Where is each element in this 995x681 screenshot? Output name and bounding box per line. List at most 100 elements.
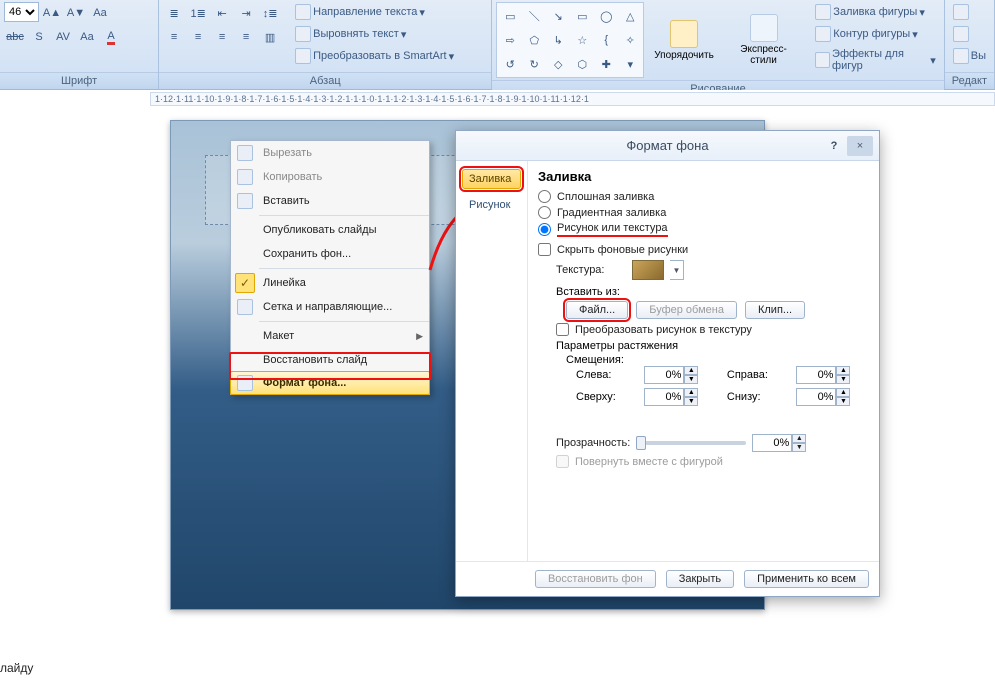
menu-publish[interactable]: Опубликовать слайды [231, 218, 429, 242]
change-case-icon[interactable]: Aa [76, 26, 98, 48]
slider-thumb[interactable] [636, 436, 646, 450]
indent-inc-icon[interactable]: ⇥ [235, 2, 257, 24]
shape-connector-icon[interactable]: ↳ [547, 29, 569, 51]
paste-icon [237, 193, 253, 209]
justify-icon[interactable]: ≡ [235, 26, 257, 48]
strike-icon[interactable]: abc [4, 26, 26, 48]
dialog-titlebar[interactable]: Формат фона ? × [456, 131, 879, 161]
select-button[interactable]: Вы [949, 46, 990, 66]
menu-reset-slide[interactable]: Восстановить слайд [231, 348, 429, 372]
text-direction-button[interactable]: Направление текста▾ [291, 2, 458, 22]
close-dialog-button[interactable]: Закрыть [666, 570, 734, 588]
shape-line-icon[interactable]: ＼ [523, 5, 545, 27]
offset-bottom-spin[interactable]: ▲▼ [796, 388, 869, 406]
menu-format-background[interactable]: Формат фона... [230, 371, 430, 395]
shape-outline-button[interactable]: Контур фигуры▾ [811, 24, 939, 44]
menu-layout[interactable]: Макет▶ [231, 324, 429, 348]
dialog-nav: Заливка Рисунок [456, 161, 528, 561]
radio-picture-texture[interactable]: Рисунок или текстура [538, 222, 869, 237]
texture-dropdown[interactable]: ▼ [670, 260, 684, 280]
apply-all-button[interactable]: Применить ко всем [744, 570, 869, 588]
shape-oval-icon[interactable]: ◯ [595, 5, 617, 27]
shape-poly-icon[interactable]: ⬠ [523, 29, 545, 51]
char-spacing-icon[interactable]: AV [52, 26, 74, 48]
numbering-icon[interactable]: 1≣ [187, 2, 209, 24]
ribbon: 46 A▲ A▼ Aa abc S AV Aa A Шрифт ≣ [0, 0, 995, 90]
shape-effects-button[interactable]: Эффекты для фигур▾ [811, 46, 939, 74]
columns-icon[interactable]: ▥ [259, 26, 281, 48]
quick-styles-icon [750, 14, 778, 42]
shape-brace-icon[interactable]: { [595, 29, 617, 51]
align-right-icon[interactable]: ≡ [211, 26, 233, 48]
shape-more3-icon[interactable]: ◇ [547, 53, 569, 75]
shape-gallery-more-icon[interactable]: ▾ [619, 53, 641, 75]
bullets-icon[interactable]: ≣ [163, 2, 185, 24]
binoculars-icon [953, 4, 969, 20]
replace-button[interactable] [949, 24, 990, 44]
shadow-icon[interactable]: S [28, 26, 50, 48]
align-left-icon[interactable]: ≡ [163, 26, 185, 48]
line-spacing-icon[interactable]: ↕≣ [259, 2, 281, 24]
context-menu: Вырезать Копировать Вставить Опубликоват… [230, 140, 430, 395]
shape-fill-button[interactable]: Заливка фигуры▾ [811, 2, 939, 22]
texture-swatch[interactable] [632, 260, 664, 280]
shape-more1-icon[interactable]: ↺ [499, 53, 521, 75]
format-background-dialog: Формат фона ? × Заливка Рисунок Заливка … [455, 130, 880, 597]
smartart-button[interactable]: Преобразовать в SmartArt▾ [291, 46, 458, 66]
shape-more2-icon[interactable]: ↻ [523, 53, 545, 75]
font-size-select[interactable]: 46 [4, 2, 39, 22]
menu-grid[interactable]: Сетка и направляющие... [231, 295, 429, 319]
radio-gradient[interactable]: Градиентная заливка [538, 206, 869, 219]
shape-rect2-icon[interactable]: ▭ [571, 5, 593, 27]
offset-top-spin[interactable]: ▲▼ [644, 388, 717, 406]
horizontal-ruler[interactable]: 1·12·1·11·1·10·1·9·1·8·1·7·1·6·1·5·1·4·1… [150, 92, 995, 106]
shape-rect-icon[interactable]: ▭ [499, 5, 521, 27]
nav-tab-fill[interactable]: Заливка [462, 169, 521, 189]
replace-icon [953, 26, 969, 42]
shape-tri-icon[interactable]: △ [619, 5, 641, 27]
nav-tab-picture[interactable]: Рисунок [462, 195, 521, 215]
copy-icon [237, 169, 253, 185]
increase-font-icon[interactable]: A▲ [41, 2, 63, 24]
bucket-icon [815, 4, 831, 20]
shape-arrow-icon[interactable]: ↘ [547, 5, 569, 27]
help-button[interactable]: ? [823, 136, 845, 156]
shape-callout-icon[interactable]: ✧ [619, 29, 641, 51]
check-to-texture[interactable]: Преобразовать рисунок в текстуру [556, 323, 869, 336]
transparency-spin[interactable]: ▲▼ [752, 434, 806, 452]
ribbon-group-paragraph: ≣ 1≣ ⇤ ⇥ ↕≣ ≡ ≡ ≡ ≡ ▥ Направление текста… [159, 0, 492, 89]
texture-label: Текстура: [556, 264, 626, 276]
menu-separator [259, 215, 429, 216]
clip-button[interactable]: Клип... [745, 301, 805, 319]
offset-right-spin[interactable]: ▲▼ [796, 366, 869, 384]
font-color-icon[interactable]: A [100, 26, 122, 48]
shape-arrowr-icon[interactable]: ⇨ [499, 29, 521, 51]
shape-star-icon[interactable]: ☆ [571, 29, 593, 51]
offset-left-spin[interactable]: ▲▼ [644, 366, 717, 384]
menu-ruler[interactable]: Линейка [231, 271, 429, 295]
check-hide-bg[interactable]: Скрыть фоновые рисунки [538, 243, 869, 256]
ruler-area: 1·12·1·11·1·10·1·9·1·8·1·7·1·6·1·5·1·4·1… [0, 90, 995, 108]
ribbon-group-label: Редакт [945, 72, 994, 89]
indent-dec-icon[interactable]: ⇤ [211, 2, 233, 24]
decrease-font-icon[interactable]: A▼ [65, 2, 87, 24]
transparency-slider[interactable] [636, 441, 746, 445]
format-bg-icon [237, 375, 253, 391]
radio-solid[interactable]: Сплошная заливка [538, 190, 869, 203]
dialog-pane: Заливка Сплошная заливка Градиентная зал… [528, 161, 879, 561]
menu-save-bg[interactable]: Сохранить фон... [231, 242, 429, 266]
check-rotate: Повернуть вместе с фигурой [556, 455, 869, 468]
align-center-icon[interactable]: ≡ [187, 26, 209, 48]
menu-paste[interactable]: Вставить [231, 189, 429, 213]
close-button[interactable]: × [847, 136, 873, 156]
clear-format-icon[interactable]: Aa [89, 2, 111, 24]
find-button[interactable] [949, 2, 990, 22]
shape-more5-icon[interactable]: ✚ [595, 53, 617, 75]
file-button[interactable]: Файл... [566, 301, 628, 319]
menu-cut: Вырезать [231, 141, 429, 165]
quick-styles-button[interactable]: Экспресс-стили [730, 44, 798, 66]
arrange-button[interactable]: Упорядочить [654, 50, 714, 61]
shape-more4-icon[interactable]: ⬡ [571, 53, 593, 75]
align-text-button[interactable]: Выровнять текст▾ [291, 24, 458, 44]
pencil-icon [815, 26, 831, 42]
